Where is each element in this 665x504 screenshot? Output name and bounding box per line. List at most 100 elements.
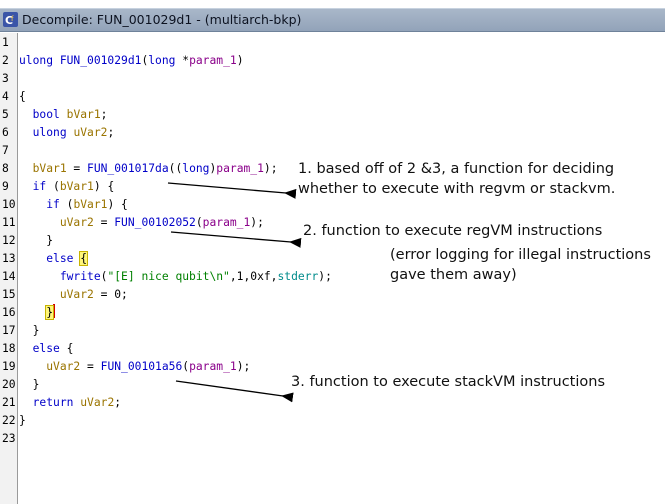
close-brace: } — [32, 378, 40, 391]
variable[interactable]: uVar2 — [80, 396, 114, 409]
punctuation: ) { — [107, 198, 128, 211]
decompiler-icon: C f — [3, 12, 18, 27]
return-type: ulong — [19, 54, 60, 67]
punctuation: * — [175, 54, 190, 67]
variable[interactable]: bVar1 — [60, 180, 94, 193]
line-number: 8 — [2, 162, 9, 175]
keyword: return — [32, 396, 74, 409]
line-number: 6 — [2, 126, 9, 139]
line-number: 20 — [2, 378, 16, 391]
global-variable[interactable]: stderr — [277, 270, 318, 283]
string-literal: "[E] nice qubit\n" — [107, 270, 230, 283]
line-number: 2 — [2, 54, 9, 67]
line-number: 23 — [2, 432, 16, 445]
line-number: 22 — [2, 414, 16, 427]
function-call[interactable]: fwrite — [60, 270, 101, 283]
code-line[interactable]: uVar2 = FUN_00101a56(param_1); — [19, 358, 250, 376]
punctuation: ); — [250, 216, 264, 229]
line-number: 16 — [2, 306, 16, 319]
parameter[interactable]: param_1 — [203, 216, 251, 229]
open-brace: { — [19, 90, 26, 103]
keyword: if — [46, 198, 60, 211]
line-number: 21 — [2, 396, 16, 409]
parameter[interactable]: param_1 — [216, 162, 264, 175]
code-line[interactable]: if (bVar1) { — [19, 196, 128, 214]
punctuation: ); — [236, 360, 251, 373]
code-line[interactable]: { — [19, 88, 26, 106]
annotation-text: whether to execute with regvm or stackvm… — [298, 181, 616, 197]
code-line[interactable]: } — [19, 232, 53, 250]
type: ulong — [32, 126, 67, 139]
variable[interactable]: bVar1 — [67, 108, 101, 121]
parameter[interactable]: param_1 — [189, 54, 237, 67]
line-number: 12 — [2, 234, 16, 247]
punctuation: ); — [263, 162, 278, 175]
punctuation: ; — [100, 108, 108, 121]
code-line[interactable]: if (bVar1) { — [19, 178, 115, 196]
punctuation: (( — [168, 162, 183, 175]
keyword: else — [46, 252, 74, 265]
keyword: else — [32, 342, 60, 355]
variable[interactable]: uVar2 — [60, 288, 94, 301]
parameter[interactable]: param_1 — [189, 360, 237, 373]
line-number: 10 — [2, 198, 16, 211]
variable[interactable]: bVar1 — [73, 198, 107, 211]
punctuation: ( — [195, 216, 203, 229]
line-number: 14 — [2, 270, 16, 283]
variable[interactable]: uVar2 — [73, 126, 107, 139]
function-call[interactable]: FUN_001017da — [87, 162, 169, 175]
punctuation: ( — [46, 180, 60, 193]
line-number: 11 — [2, 216, 16, 229]
line-number: 18 — [2, 342, 16, 355]
keyword: if — [32, 180, 47, 193]
line-number: 4 — [2, 90, 9, 103]
variable[interactable]: bVar1 — [33, 162, 67, 175]
code-line[interactable]: } — [19, 376, 40, 394]
punctuation: ( — [59, 198, 74, 211]
code-line[interactable]: fwrite("[E] nice qubit\n",1,0xf,stderr); — [19, 268, 332, 286]
punctuation: ); — [318, 270, 332, 283]
function-name[interactable]: FUN_001029d1 — [60, 54, 142, 67]
type: bool — [32, 108, 60, 121]
line-number: 3 — [2, 72, 9, 85]
matched-brace-highlight: } — [45, 305, 55, 320]
punctuation: = 0; — [93, 288, 128, 301]
line-number: 17 — [2, 324, 16, 337]
text-cursor — [53, 304, 56, 318]
code-line[interactable]: bVar1 = FUN_001017da((long)param_1); — [19, 160, 278, 178]
line-number: 7 — [2, 144, 9, 157]
code-line[interactable]: } — [19, 322, 40, 340]
punctuation: ,1,0xf, — [229, 270, 278, 283]
line-number: 19 — [2, 360, 16, 373]
code-line[interactable]: uVar2 = FUN_00102052(param_1); — [19, 214, 264, 232]
window-title-bar[interactable]: C f Decompile: FUN_001029d1 - (multiarch… — [0, 8, 665, 32]
code-line[interactable]: } — [19, 304, 56, 322]
annotation-text: gave them away) — [390, 267, 517, 283]
function-call[interactable]: FUN_00101a56 — [101, 360, 183, 373]
window-title: Decompile: FUN_001029d1 - (multiarch-bkp… — [22, 12, 302, 27]
line-number: 15 — [2, 288, 16, 301]
line-number: 9 — [2, 180, 9, 193]
param-type: long — [148, 54, 176, 67]
line-number: 5 — [2, 108, 9, 121]
code-line[interactable]: else { — [19, 340, 74, 358]
close-brace: } — [46, 234, 54, 247]
line-number: 1 — [2, 36, 9, 49]
variable[interactable]: uVar2 — [46, 360, 80, 373]
code-line[interactable]: ulong uVar2; — [19, 124, 115, 142]
code-line[interactable]: uVar2 = 0; — [19, 286, 128, 304]
line-number-gutter: 1 2 3 4 5 6 7 8 9 10 11 12 13 14 15 16 1… — [0, 33, 18, 504]
function-call[interactable]: FUN_00102052 — [114, 216, 196, 229]
punctuation: = — [93, 216, 115, 229]
punctuation: = — [66, 162, 88, 175]
code-line[interactable]: else { — [19, 250, 89, 268]
code-line[interactable]: } — [19, 412, 26, 430]
variable[interactable]: uVar2 — [60, 216, 94, 229]
punctuation: = — [80, 360, 101, 373]
annotation-note-2b: (error logging for illegal instructions … — [390, 245, 651, 285]
annotation-note-2: 2. function to execute regVM instruction… — [303, 223, 603, 239]
code-line[interactable]: return uVar2; — [19, 394, 121, 412]
code-line[interactable]: bool bVar1; — [19, 106, 108, 124]
code-line[interactable]: ulong FUN_001029d1(long *param_1) — [19, 52, 244, 70]
annotation-note-3: 3. function to execute stackVM instructi… — [291, 374, 605, 390]
